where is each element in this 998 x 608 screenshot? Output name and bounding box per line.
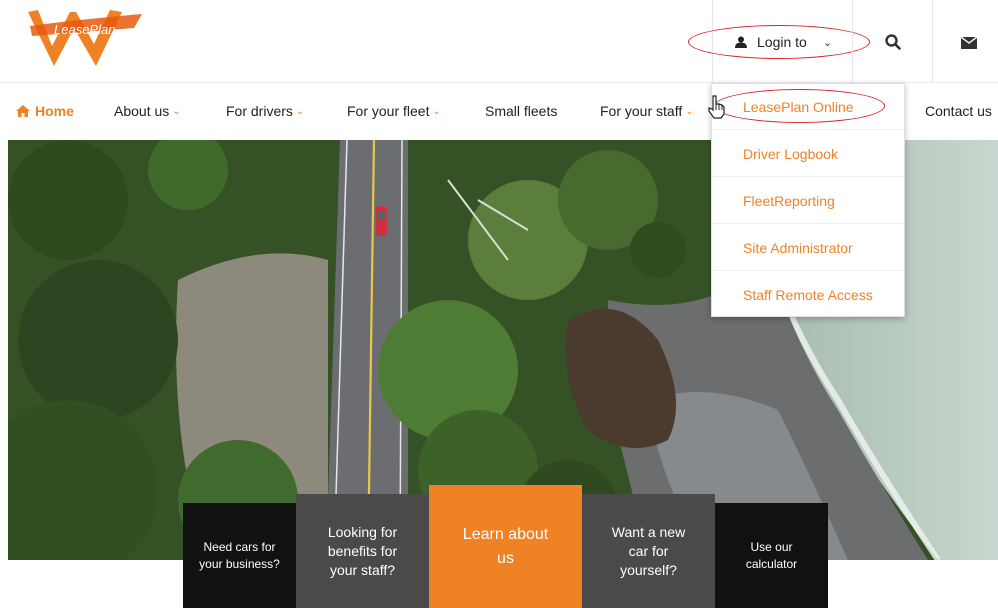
nav-home[interactable]: Home	[16, 83, 74, 139]
nav-for-your-staff[interactable]: For your staff ⌄	[600, 83, 694, 139]
tile-label: Looking for benefits for your staff?	[327, 523, 398, 578]
login-area: Login to ⌄	[712, 0, 853, 82]
site-header: LeasePlan Login to ⌄	[0, 0, 998, 82]
hand-cursor-icon	[708, 95, 725, 119]
menu-item-fleetreporting[interactable]: FleetReporting	[712, 178, 904, 224]
tile-label: Want a new car for yourself?	[611, 523, 686, 578]
nav-label: About us	[114, 103, 170, 119]
tile-need-cars[interactable]: Need cars for your business?	[183, 503, 296, 608]
nav-small-fleets[interactable]: Small fleets	[485, 83, 557, 139]
chevron-down-icon: ⌄	[432, 105, 441, 117]
chevron-down-icon: ⌄	[172, 105, 181, 117]
leaseplan-logo[interactable]: LeasePlan	[24, 6, 144, 72]
menu-item-leaseplan-online[interactable]: LeasePlan Online	[712, 84, 904, 130]
login-dropdown-menu: LeasePlan Online Driver Logbook FleetRep…	[711, 83, 905, 317]
search-button[interactable]	[852, 0, 933, 82]
nav-for-drivers[interactable]: For drivers ⌄	[226, 83, 304, 139]
tile-new-car-for-yourself[interactable]: Want a new car for yourself?	[582, 494, 715, 608]
tile-learn-about-us[interactable]: Learn about us	[429, 485, 582, 608]
menu-item-driver-logbook[interactable]: Driver Logbook	[712, 131, 904, 177]
tile-label: Need cars for your business?	[199, 539, 280, 571]
menu-item-staff-remote-access[interactable]: Staff Remote Access	[712, 272, 904, 318]
chevron-down-icon: ⌄	[685, 105, 694, 117]
nav-contact-us[interactable]: Contact us	[925, 83, 992, 139]
mail-icon	[961, 37, 977, 49]
nav-about-us[interactable]: About us ⌄	[114, 83, 181, 139]
menu-item-site-administrator[interactable]: Site Administrator	[712, 225, 904, 271]
logo-text: LeasePlan	[54, 22, 115, 37]
nav-label: For your staff	[600, 103, 683, 119]
home-icon	[16, 105, 30, 117]
login-label: Login to	[757, 34, 807, 50]
nav-label: For drivers	[226, 103, 293, 119]
tile-use-our-calculator[interactable]: Use our calculator	[715, 503, 828, 608]
tile-benefits-for-staff[interactable]: Looking for benefits for your staff?	[296, 494, 429, 608]
search-icon	[885, 34, 901, 50]
chevron-down-icon: ⌄	[822, 36, 833, 49]
nav-label: Contact us	[925, 103, 992, 119]
login-dropdown-button[interactable]: Login to ⌄	[735, 30, 832, 54]
nav-label: For your fleet	[347, 103, 430, 119]
mail-button[interactable]	[932, 0, 998, 82]
nav-label: Small fleets	[485, 103, 558, 119]
nav-for-your-fleet[interactable]: For your fleet ⌄	[347, 83, 441, 139]
nav-home-label: Home	[35, 103, 74, 119]
tile-label: Learn about us	[462, 525, 549, 567]
user-icon	[735, 36, 747, 48]
chevron-down-icon: ⌄	[295, 105, 305, 117]
tile-label: Use our calculator	[745, 539, 798, 571]
